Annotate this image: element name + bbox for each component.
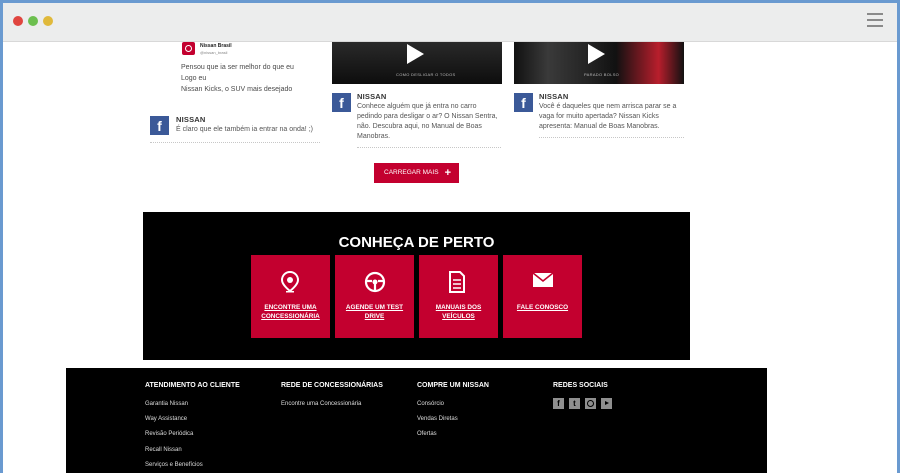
post-text-line-2: pedindo para desligar o ar? O Nissan Sen… bbox=[357, 113, 498, 120]
location-pin-icon bbox=[280, 271, 300, 293]
title-bar bbox=[3, 3, 897, 42]
video-thumbnail[interactable]: COMO DESLIGAR O TODOS bbox=[332, 42, 502, 84]
divider bbox=[150, 142, 320, 143]
embed-text-line-2: Logo eu bbox=[181, 75, 207, 82]
load-more-label: CARREGAR MAIS bbox=[384, 169, 439, 176]
play-icon[interactable] bbox=[407, 44, 424, 64]
document-icon bbox=[449, 271, 465, 293]
tile-label: ENCONTRE UMA CONCESSIONÁRIA bbox=[261, 304, 320, 320]
post-text-line-4: Manobras. bbox=[357, 133, 391, 140]
footer-link[interactable]: Ofertas bbox=[417, 431, 437, 437]
video-thumbnail[interactable]: PARADO BOLSO bbox=[514, 42, 684, 84]
footer-link[interactable]: Consórcio bbox=[417, 401, 444, 407]
facebook-icon[interactable]: f bbox=[150, 116, 169, 135]
tile-manuals[interactable]: MANUAIS DOS VEÍCULOS bbox=[419, 255, 498, 338]
site-footer: ATENDIMENTO AO CLIENTE Garantia Nissan W… bbox=[66, 368, 767, 473]
tile-test-drive[interactable]: AGENDE UM TEST DRIVE bbox=[335, 255, 414, 338]
tile-find-dealer[interactable]: ENCONTRE UMA CONCESSIONÁRIA bbox=[251, 255, 330, 338]
footer-link[interactable]: Garantia Nissan bbox=[145, 401, 188, 407]
facebook-icon[interactable]: f bbox=[332, 93, 351, 112]
divider bbox=[357, 147, 501, 148]
embed-handle: @nissan_brasil bbox=[200, 50, 228, 55]
embed-text-line-3: Nissan Kicks, o SUV mais desejado bbox=[181, 86, 293, 93]
load-more-button[interactable]: CARREGAR MAIS + bbox=[374, 163, 459, 183]
browser-window: Nissan Brasil @nissan_brasil Pensou que … bbox=[0, 0, 900, 473]
embed-text-line-1: Pensou que ia ser melhor do que eu bbox=[181, 64, 294, 71]
facebook-icon[interactable]: f bbox=[514, 93, 533, 112]
post-text-line-2: vaga for muito apertada? Nissan Kicks bbox=[539, 113, 659, 120]
plus-icon: + bbox=[444, 167, 451, 179]
discover-section: CONHEÇA DE PERTO ENCONTRE UMA CONCESSION… bbox=[143, 212, 690, 360]
twitter-icon[interactable]: t bbox=[569, 398, 580, 409]
divider bbox=[539, 137, 684, 138]
footer-link[interactable]: Recall Nissan bbox=[145, 447, 182, 453]
footer-heading: REDE DE CONCESSIONÁRIAS bbox=[281, 382, 383, 389]
video-caption: PARADO BOLSO bbox=[584, 72, 620, 77]
envelope-icon bbox=[532, 272, 554, 287]
post-text-line-1: Conhece alguém que já entra no carro bbox=[357, 103, 477, 110]
footer-link[interactable]: Serviços e Benefícios bbox=[145, 462, 203, 468]
video-caption: COMO DESLIGAR O TODOS bbox=[396, 72, 456, 77]
tile-label: AGENDE UM TEST DRIVE bbox=[345, 304, 404, 320]
footer-link[interactable]: Encontre uma Concessionária bbox=[281, 401, 361, 407]
page-content: Nissan Brasil @nissan_brasil Pensou que … bbox=[3, 42, 897, 473]
footer-heading: ATENDIMENTO AO CLIENTE bbox=[145, 382, 240, 389]
post-text-line-3: apresenta: Manual de Boas Manobras. bbox=[539, 123, 660, 130]
play-icon[interactable] bbox=[588, 44, 605, 64]
post-text-line-1: Você é daqueles que nem arrisca parar se… bbox=[539, 103, 677, 110]
post-text: É claro que ele também ia entrar na onda… bbox=[176, 126, 313, 133]
post-author[interactable]: NISSAN bbox=[176, 115, 206, 124]
nissan-logo-icon bbox=[182, 42, 195, 55]
hamburger-icon[interactable] bbox=[867, 13, 883, 29]
tile-label: FALE CONOSCO bbox=[516, 304, 569, 311]
post-author[interactable]: NISSAN bbox=[357, 92, 387, 101]
tile-contact[interactable]: FALE CONOSCO bbox=[503, 255, 582, 338]
maximize-window-dot[interactable] bbox=[28, 16, 38, 26]
steering-wheel-icon bbox=[364, 271, 386, 293]
footer-link[interactable]: Revisão Periódica bbox=[145, 431, 193, 437]
footer-link[interactable]: Vendas Diretas bbox=[417, 416, 458, 422]
post-author[interactable]: NISSAN bbox=[539, 92, 569, 101]
footer-heading: COMPRE UM NISSAN bbox=[417, 382, 489, 389]
section-title: CONHEÇA DE PERTO bbox=[338, 234, 495, 251]
footer-heading: REDES SOCIAIS bbox=[553, 382, 608, 389]
instagram-icon[interactable] bbox=[585, 398, 596, 409]
minimize-window-dot[interactable] bbox=[43, 16, 53, 26]
close-window-dot[interactable] bbox=[13, 16, 23, 26]
youtube-icon[interactable] bbox=[601, 398, 612, 409]
facebook-icon[interactable]: f bbox=[553, 398, 564, 409]
footer-link[interactable]: Way Assistance bbox=[145, 416, 187, 422]
tile-label: MANUAIS DOS VEÍCULOS bbox=[435, 304, 482, 320]
post-text-line-3: não. Descubra aqui, no Manual de Boas bbox=[357, 123, 482, 130]
